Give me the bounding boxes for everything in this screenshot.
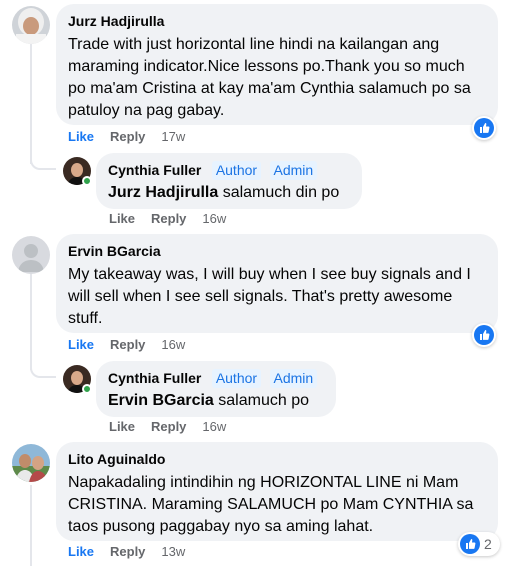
reply-timestamp[interactable]: 16w — [202, 211, 226, 227]
reply-actions: Like Reply 16w — [109, 419, 226, 435]
reply-text: salamuch din po — [218, 184, 340, 201]
reply-timestamp[interactable]: 16w — [202, 419, 226, 435]
like-button[interactable]: Like — [109, 419, 135, 435]
reply-bubble: Cynthia Fuller Author Admin Jurz Hadjiru… — [96, 153, 362, 209]
like-button[interactable]: Like — [68, 544, 94, 560]
reply-author[interactable]: Cynthia Fuller — [108, 369, 201, 387]
admin-badge: Admin — [269, 161, 318, 180]
like-button[interactable]: Like — [109, 211, 135, 227]
thread-line — [30, 274, 32, 370]
like-thumb-icon — [474, 118, 494, 138]
comment-bubble: Lito Aguinaldo Napakadaling intindihin n… — [56, 442, 498, 541]
reaction-summary[interactable] — [472, 116, 496, 140]
reply-actions: Like Reply 16w — [109, 211, 226, 227]
like-button[interactable]: Like — [68, 129, 94, 145]
reply-button[interactable]: Reply — [151, 419, 186, 435]
avatar[interactable] — [12, 6, 50, 44]
comment-text: Napakadaling intindihin ng HORIZONTAL LI… — [68, 474, 474, 535]
admin-badge: Admin — [269, 369, 318, 388]
like-thumb-icon — [460, 534, 480, 554]
reaction-count: 2 — [484, 536, 492, 552]
reply-button[interactable]: Reply — [151, 211, 186, 227]
like-thumb-icon — [474, 325, 494, 345]
author-badge: Author — [211, 369, 262, 388]
thread-branch — [30, 364, 56, 378]
comment-author[interactable]: Jurz Hadjirulla — [68, 12, 164, 30]
avatar[interactable] — [12, 444, 50, 482]
reaction-summary[interactable] — [472, 323, 496, 347]
mention-link[interactable]: Jurz Hadjirulla — [108, 184, 218, 201]
reaction-summary[interactable]: 2 — [458, 532, 500, 556]
comment-text: Trade with just horizontal line hindi na… — [68, 36, 471, 119]
reply-author[interactable]: Cynthia Fuller — [108, 161, 201, 179]
online-status-indicator — [82, 176, 92, 186]
comment-bubble: Ervin BGarcia My takeaway was, I will bu… — [56, 234, 498, 333]
reply-text: salamuch po — [213, 392, 309, 409]
like-button[interactable]: Like — [68, 337, 94, 353]
comment-author[interactable]: Lito Aguinaldo — [68, 450, 165, 468]
comment-timestamp[interactable]: 17w — [161, 129, 185, 145]
online-status-indicator — [82, 384, 92, 394]
comment-timestamp[interactable]: 16w — [161, 337, 185, 353]
comment-bubble: Jurz Hadjirulla Trade with just horizont… — [56, 4, 498, 125]
comment-text: My takeaway was, I will buy when I see b… — [68, 266, 471, 327]
author-badge: Author — [211, 161, 262, 180]
comment-author[interactable]: Ervin BGarcia — [68, 242, 161, 260]
reply-button[interactable]: Reply — [110, 129, 145, 145]
thread-line — [30, 485, 32, 566]
thread-branch — [30, 156, 56, 170]
comment-timestamp[interactable]: 13w — [161, 544, 185, 560]
comment-actions: Like Reply 16w — [68, 337, 185, 353]
reply-button[interactable]: Reply — [110, 337, 145, 353]
avatar[interactable] — [12, 236, 50, 274]
reply-bubble: Cynthia Fuller Author Admin Ervin BGarci… — [96, 361, 336, 417]
comment-actions: Like Reply 13w — [68, 544, 185, 560]
reply-button[interactable]: Reply — [110, 544, 145, 560]
mention-link[interactable]: Ervin BGarcia — [108, 392, 214, 409]
thread-line — [30, 44, 32, 164]
comment-actions: Like Reply 17w — [68, 129, 185, 145]
